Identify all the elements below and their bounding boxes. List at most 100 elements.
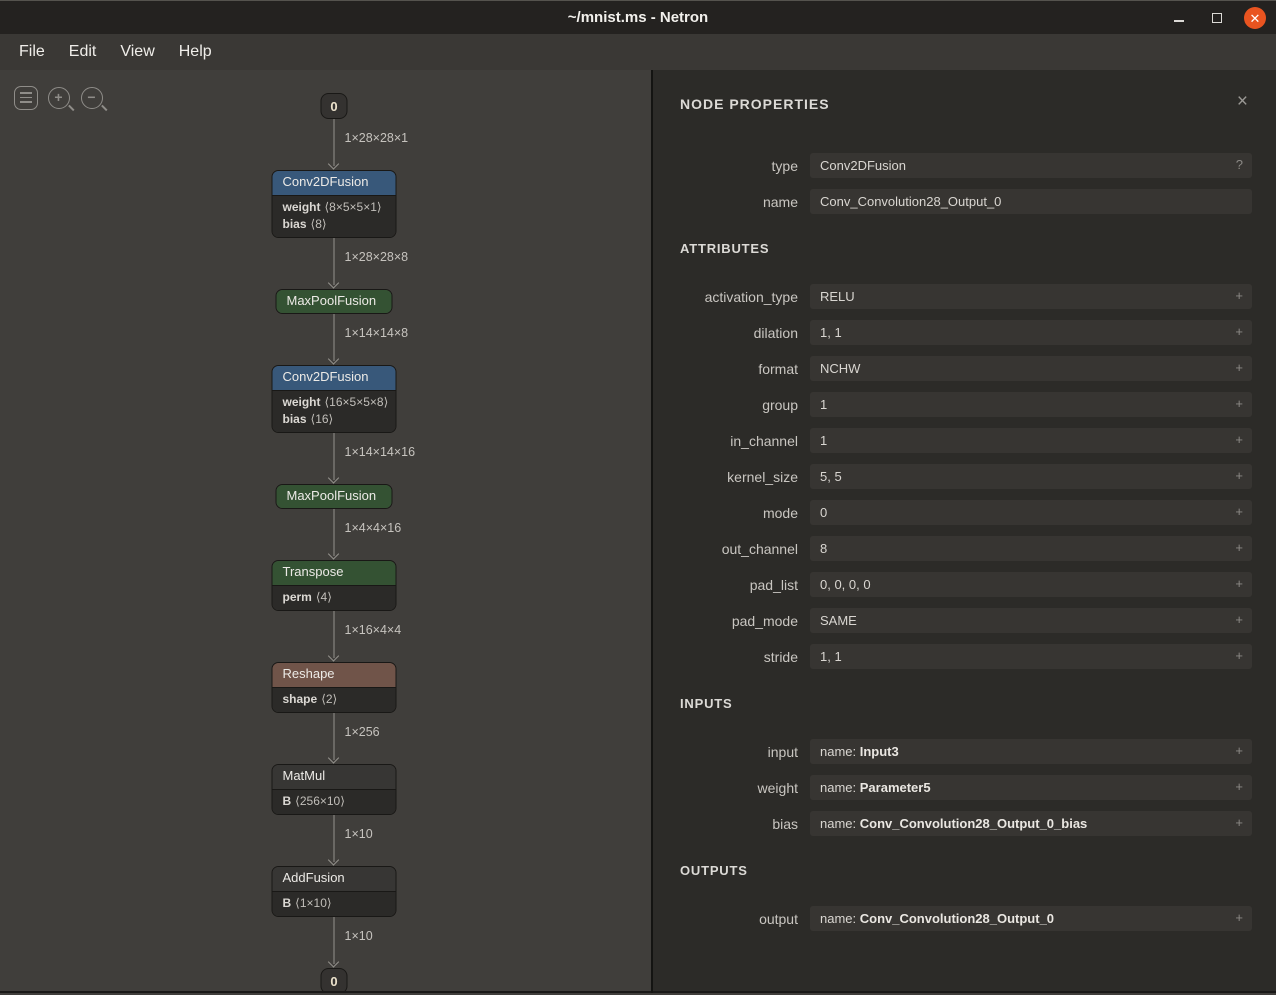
property-value-field[interactable]: SAME+ [810,608,1252,633]
property-label: pad_mode [680,613,798,629]
property-value-field[interactable]: Conv_Convolution28_Output_0 [810,189,1252,214]
arrow-down-icon [328,752,339,763]
zoom-out-button[interactable]: − [78,84,105,111]
property-value-field[interactable]: 1+ [810,428,1252,453]
expand-icon[interactable]: + [1235,536,1243,561]
graph-node-transpose[interactable]: Transpose perm⟨4⟩ [272,560,397,611]
expand-icon[interactable]: + [1235,608,1243,633]
expand-icon[interactable]: + [1235,392,1243,417]
zoom-out-icon: − [81,87,103,109]
expand-icon[interactable]: + [1235,644,1243,669]
minimize-button[interactable] [1168,7,1190,29]
node-title[interactable]: Conv2DFusion [273,171,396,195]
maximize-button[interactable] [1206,7,1228,29]
node-title[interactable]: MaxPoolFusion [277,290,392,313]
property-value-field[interactable]: name: Conv_Convolution28_Output_0+ [810,906,1252,931]
expand-icon[interactable]: + [1235,320,1243,345]
graph-edge: 1×14×14×16 [334,433,335,484]
graph-edge: 1×10 [334,815,335,866]
menu-file[interactable]: File [8,34,58,70]
property-value-field[interactable]: NCHW+ [810,356,1252,381]
node-param-B[interactable]: B⟨256×10⟩ [283,793,386,810]
expand-icon[interactable]: + [1235,464,1243,489]
zoom-in-icon: + [48,87,70,109]
edge-tensor-shape: 1×10 [345,929,373,943]
graph-io-node[interactable]: 0 [321,93,348,119]
graph-node-matmul[interactable]: MatMul B⟨256×10⟩ [272,764,397,815]
edge-tensor-shape: 1×14×14×16 [345,445,416,459]
property-label: type [680,158,798,174]
graph-edge: 1×4×4×16 [334,509,335,560]
panel-close-button[interactable]: × [1235,90,1250,113]
property-row-bias: biasname: Conv_Convolution28_Output_0_bi… [680,811,1252,836]
node-param-weight[interactable]: weight⟨8×5×5×1⟩ [283,199,386,216]
property-row-activation_type: activation_typeRELU+ [680,284,1252,309]
edge-tensor-shape: 1×28×28×1 [345,131,409,145]
close-button[interactable]: ✕ [1244,7,1266,29]
node-params: weight⟨8×5×5×1⟩bias⟨8⟩ [273,195,396,237]
node-title[interactable]: MatMul [273,765,396,789]
property-value-field[interactable]: 5, 5+ [810,464,1252,489]
property-value-field[interactable]: RELU+ [810,284,1252,309]
node-param-bias[interactable]: bias⟨8⟩ [283,216,386,233]
graph-io-node[interactable]: 0 [321,968,348,993]
menu-edit[interactable]: Edit [58,34,110,70]
graph-pane: + − 01×28×28×1Conv2DFusionweight⟨8×5×5×1… [0,70,651,993]
expand-icon[interactable]: + [1235,500,1243,525]
graph-edge: 1×28×28×8 [334,238,335,289]
close-icon: ✕ [1244,7,1266,29]
graph-menu-button[interactable] [12,84,39,111]
menu-view[interactable]: View [109,34,167,70]
expand-icon[interactable]: + [1235,356,1243,381]
property-value-field[interactable]: 1+ [810,392,1252,417]
node-title[interactable]: AddFusion [273,867,396,891]
property-row-in_channel: in_channel1+ [680,428,1252,453]
node-param-bias[interactable]: bias⟨16⟩ [283,411,386,428]
node-param-shape[interactable]: shape⟨2⟩ [283,691,386,708]
property-value-field[interactable]: name: Conv_Convolution28_Output_0_bias+ [810,811,1252,836]
graph-node-addfusion[interactable]: AddFusion B⟨1×10⟩ [272,866,397,917]
graph-node-reshape[interactable]: Reshape shape⟨2⟩ [272,662,397,713]
expand-icon[interactable]: + [1235,775,1243,800]
model-graph: 01×28×28×1Conv2DFusionweight⟨8×5×5×1⟩bia… [272,93,397,993]
expand-icon[interactable]: + [1235,906,1243,931]
edge-tensor-shape: 1×10 [345,827,373,841]
property-label: mode [680,505,798,521]
help-icon[interactable]: ? [1236,153,1243,178]
property-row-type: type Conv2DFusion? [680,153,1252,178]
node-title[interactable]: Conv2DFusion [273,366,396,390]
node-param-perm[interactable]: perm⟨4⟩ [283,589,386,606]
property-value-field[interactable]: 8+ [810,536,1252,561]
property-label: group [680,397,798,413]
graph-node-maxpoolfusion[interactable]: MaxPoolFusion [276,484,393,509]
property-value-field[interactable]: Conv2DFusion? [810,153,1252,178]
maximize-icon [1212,13,1222,23]
section-title-outputs: OUTPUTS [680,863,1252,878]
titlebar: ~/mnist.ms - Netron ✕ [0,0,1276,34]
property-row-group: group 1+ [680,392,1252,417]
zoom-in-button[interactable]: + [45,84,72,111]
graph-node-conv2dfusion[interactable]: Conv2DFusionweight⟨8×5×5×1⟩bias⟨8⟩ [272,170,397,238]
expand-icon[interactable]: + [1235,739,1243,764]
node-title[interactable]: MaxPoolFusion [277,485,392,508]
node-param-weight[interactable]: weight⟨16×5×5×8⟩ [283,394,386,411]
property-label: out_channel [680,541,798,557]
property-label: kernel_size [680,469,798,485]
property-value-field[interactable]: 1, 1+ [810,644,1252,669]
arrow-down-icon [328,548,339,559]
expand-icon[interactable]: + [1235,811,1243,836]
node-title[interactable]: Transpose [273,561,396,585]
expand-icon[interactable]: + [1235,284,1243,309]
menu-help[interactable]: Help [168,34,225,70]
graph-node-maxpoolfusion[interactable]: MaxPoolFusion [276,289,393,314]
expand-icon[interactable]: + [1235,428,1243,453]
property-value-field[interactable]: 0, 0, 0, 0+ [810,572,1252,597]
property-value-field[interactable]: name: Parameter5+ [810,775,1252,800]
node-param-B[interactable]: B⟨1×10⟩ [283,895,386,912]
graph-node-conv2dfusion[interactable]: Conv2DFusion weight⟨16×5×5×8⟩bias⟨16⟩ [272,365,397,433]
expand-icon[interactable]: + [1235,572,1243,597]
property-value-field[interactable]: 0+ [810,500,1252,525]
property-value-field[interactable]: 1, 1+ [810,320,1252,345]
property-value-field[interactable]: name: Input3+ [810,739,1252,764]
node-title[interactable]: Reshape [273,663,396,687]
